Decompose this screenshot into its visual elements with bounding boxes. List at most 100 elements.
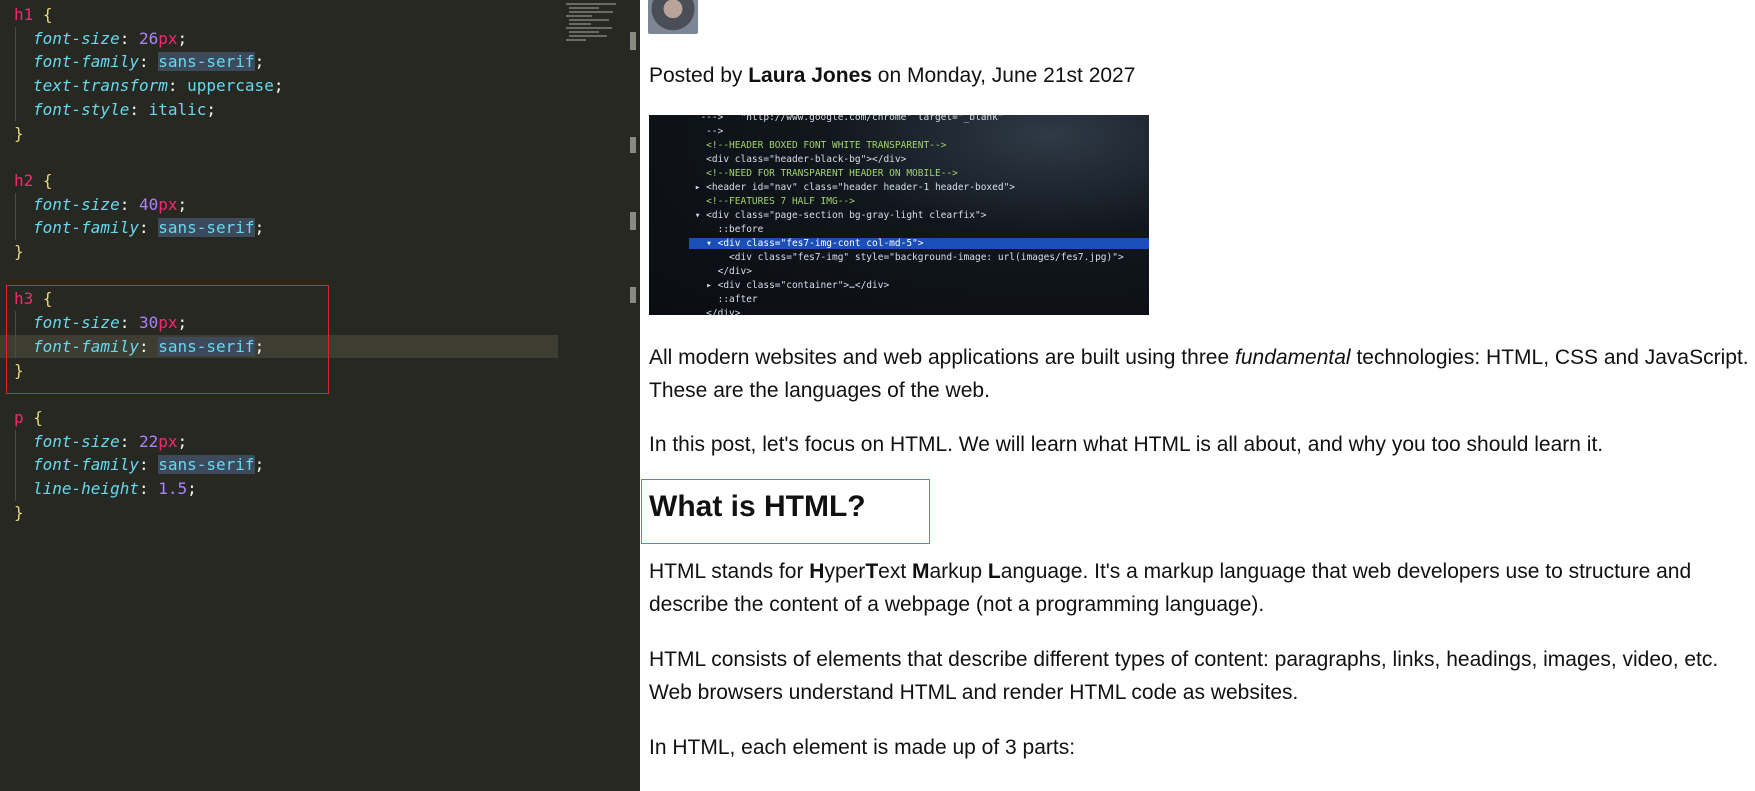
scrollbar-marker	[630, 137, 636, 153]
scrollbar-marker	[630, 32, 636, 50]
code-line-declaration[interactable]: font-size: 26px;	[0, 27, 187, 51]
hero-code-line: <div class="fes7-img" style="background-…	[689, 252, 1124, 263]
code-line-selector[interactable]: h2 {	[0, 169, 53, 193]
hero-code-line: ---> "http://www.google.com/chrome" targ…	[689, 115, 1004, 123]
code-line-declaration[interactable]: font-size: 40px;	[0, 193, 187, 217]
semicolon: ;	[206, 99, 217, 119]
bold-letter: L	[987, 560, 1001, 583]
byline-date: on Monday, June 21st 2027	[871, 64, 1136, 87]
close-brace: }	[14, 123, 24, 143]
colon: :	[138, 455, 159, 475]
close-brace: }	[14, 242, 24, 261]
minimap-row	[569, 35, 607, 37]
minimap-row	[569, 19, 609, 21]
semicolon: ;	[254, 52, 265, 72]
bold-letter: H	[809, 560, 825, 583]
browser-preview[interactable]: Posted by Laura Jones on Monday, June 21…	[640, 0, 1755, 791]
code-line-selector[interactable]: p {	[0, 406, 43, 430]
css-unit: px	[158, 194, 178, 214]
css-property: font-family	[33, 52, 139, 72]
code-line-declaration[interactable]: font-size: 22px;	[0, 430, 187, 454]
colon: :	[138, 479, 159, 498]
css-selector: p	[14, 407, 24, 427]
code-line-declaration[interactable]: font-style: italic;	[0, 98, 216, 122]
hero-code-line: <!--NEED FOR TRANSPARENT HEADER ON MOBIL…	[689, 168, 958, 179]
emphasis-text: fundamental	[1235, 346, 1351, 369]
css-property: text-transform	[33, 76, 168, 96]
byline-prefix: Posted by	[649, 64, 749, 87]
css-number: 22	[138, 431, 159, 451]
semicolon: ;	[187, 479, 197, 498]
css-keyword: sans-serif	[158, 52, 255, 72]
css-number: 1.5	[158, 479, 188, 498]
minimap-row	[569, 31, 599, 33]
minimap-row	[566, 15, 592, 17]
author-name: Laura Jones	[748, 64, 872, 87]
hero-code-line: -->	[689, 126, 724, 137]
scrollbar-marker	[630, 287, 636, 303]
hero-code-line: ::before	[689, 224, 764, 235]
hero-code-line: ▾ <div class="fes7-img-cont col-md-5">	[689, 238, 1149, 249]
css-number: 26	[138, 28, 159, 48]
code-line-declaration[interactable]: text-transform: uppercase;	[0, 74, 283, 98]
semicolon: ;	[177, 431, 188, 451]
open-brace: {	[33, 407, 43, 427]
editor-scrollbar[interactable]	[628, 0, 640, 791]
css-property: font-size	[33, 194, 120, 214]
css-property: font-size	[33, 28, 120, 48]
code-line-close[interactable]: }	[0, 240, 24, 264]
paragraph-parts: In HTML, each element is made up of 3 pa…	[649, 731, 1749, 764]
bold-letter: T	[865, 560, 879, 583]
post-byline: Posted by Laura Jones on Monday, June 21…	[649, 64, 1135, 88]
semicolon: ;	[273, 76, 284, 96]
code-line-close[interactable]: }	[0, 122, 24, 146]
minimap-row	[569, 7, 599, 9]
colon: :	[129, 99, 149, 119]
css-keyword: uppercase	[187, 76, 274, 96]
bold-letter: M	[912, 560, 930, 583]
css-selector: h2	[14, 170, 34, 190]
minimap-row	[566, 39, 586, 41]
css-number: 40	[138, 194, 159, 214]
code-line-selector[interactable]: h1 {	[0, 3, 53, 27]
colon: :	[119, 194, 139, 214]
hero-code-line: <!--FEATURES 7 HALF IMG-->	[689, 196, 855, 207]
text-run: arkup	[929, 560, 988, 583]
minimap-row	[566, 3, 616, 5]
text-run: yper	[824, 560, 866, 583]
minimap-row	[569, 11, 613, 13]
scrollbar-thumb[interactable]	[630, 212, 636, 230]
code-editor[interactable]: h1 {font-size: 26px; font-family: sans-se…	[0, 0, 625, 791]
css-property: font-family	[33, 455, 139, 475]
colon: :	[167, 76, 188, 96]
hero-code-line: ::after	[689, 294, 758, 305]
css-selector: h1	[14, 5, 34, 24]
semicolon: ;	[254, 455, 265, 475]
colon: :	[138, 52, 159, 72]
text-run: HTML consists of elements that describe …	[649, 648, 1719, 704]
css-property: font-family	[33, 218, 139, 238]
heading-what-is-html: What is HTML?	[649, 490, 866, 523]
paragraph-focus: In this post, let's focus on HTML. We wi…	[649, 428, 1749, 461]
code-line-declaration[interactable]: line-height: 1.5;	[0, 477, 197, 501]
code-line-close[interactable]: }	[0, 501, 24, 525]
code-line-declaration[interactable]: font-family: sans-serif;	[0, 50, 264, 74]
text-run: In HTML, each element is made up of 3 pa…	[649, 736, 1076, 759]
code-line-declaration[interactable]: font-family: sans-serif;	[0, 453, 264, 477]
minimap-row	[569, 23, 591, 25]
text-run: ext	[878, 560, 912, 583]
indent-guide	[15, 429, 16, 501]
text-run: All modern websites and web applications…	[649, 346, 1236, 369]
indent-guide	[15, 26, 16, 122]
paragraph-intro: All modern websites and web applications…	[649, 341, 1749, 407]
hero-code-line: ▸ <div class="container">…</div>	[689, 280, 890, 291]
hero-code-line: <!--HEADER BOXED FONT WHITE TRANSPARENT-…	[689, 140, 947, 151]
author-avatar	[648, 0, 698, 34]
css-property: line-height	[33, 479, 139, 498]
hero-code-line: ▸ <header id="nav" class="header header-…	[689, 182, 1016, 193]
minimap[interactable]	[566, 3, 624, 45]
open-brace: {	[42, 5, 53, 24]
code-line-declaration[interactable]: font-family: sans-serif;	[0, 216, 264, 240]
